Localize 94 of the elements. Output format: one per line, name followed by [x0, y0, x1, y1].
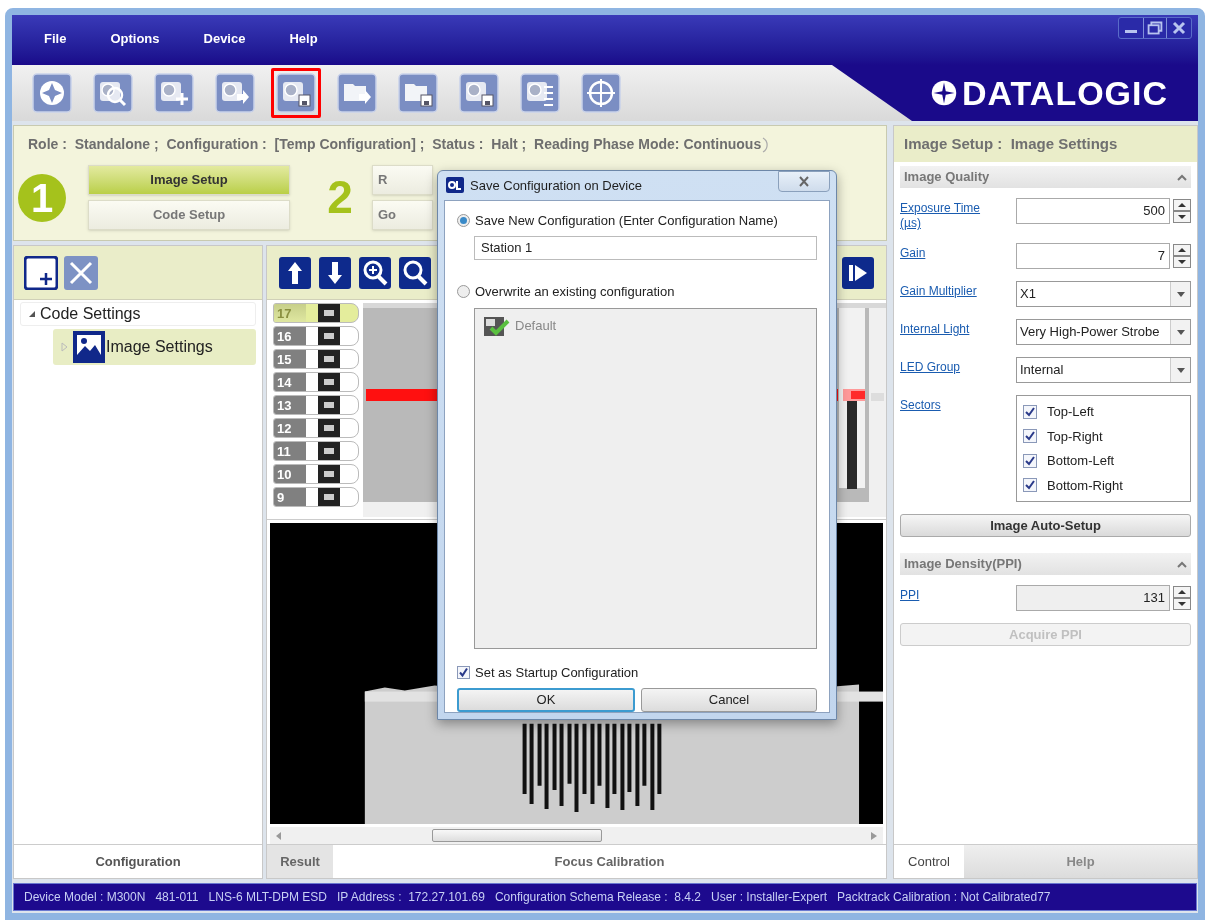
close-icon[interactable] [798, 175, 810, 187]
dialog-button[interactable]: Cancel [641, 688, 817, 712]
tree-item[interactable]: Code Settings [20, 302, 256, 326]
panel-title: Focus Calibration [553, 852, 666, 871]
spinner-icon[interactable] [1173, 586, 1191, 610]
zoom-in-icon[interactable] [359, 256, 391, 289]
field-label[interactable]: Gain Multiplier [900, 281, 1000, 299]
field-label[interactable]: Exposure Time (µs) [900, 198, 1000, 231]
step-button[interactable]: Go [372, 200, 433, 230]
thumbnail-icon [318, 396, 340, 414]
panel-header: Image Setup : Image Settings [894, 126, 1197, 162]
checkbox-label[interactable]: Top-Right [1047, 426, 1103, 446]
image-strip-item[interactable]: 14 [273, 372, 359, 392]
image-strip-item[interactable]: 11 [273, 441, 359, 461]
image-icon [72, 330, 106, 364]
expanded-triangle-icon[interactable] [27, 309, 37, 319]
number-field[interactable]: 500 [1016, 198, 1170, 224]
name-field[interactable]: Station 1 [474, 236, 817, 260]
action-button[interactable]: Image Auto-Setup [900, 514, 1191, 537]
section-header[interactable]: Image Density(PPI) [900, 553, 1191, 575]
field-label[interactable]: Gain [900, 243, 1000, 261]
status-text: Role : Standalone ; Configuration : [Temp Configuration] ; Status : Halt ; Reading Phase Mode: Continuous [28, 135, 762, 154]
tree-item[interactable]: Image Settings [53, 329, 256, 365]
field-label[interactable]: Internal Light [900, 319, 1000, 337]
checkbox-label[interactable]: Top-Left [1047, 402, 1094, 422]
number-field[interactable]: 7 [1016, 243, 1170, 269]
dropdown[interactable]: Very High-Power Strobe [1016, 319, 1191, 345]
zoom-actual-icon[interactable] [399, 256, 431, 289]
radio-button[interactable] [457, 213, 470, 227]
dropdown[interactable]: Internal [1016, 357, 1191, 383]
checkbox-label[interactable]: Set as Startup Configuration [475, 662, 639, 682]
dialog-button[interactable]: OK [457, 688, 635, 712]
caret-icon[interactable] [1176, 367, 1185, 373]
menu-item[interactable]: Help [277, 27, 330, 51]
thumbnail-icon [318, 442, 340, 460]
step-number: 1 [18, 173, 66, 222]
spinner-icon[interactable] [1173, 199, 1191, 223]
thumbnail-icon [318, 350, 340, 368]
close-button[interactable] [778, 170, 830, 192]
add-icon[interactable] [24, 255, 58, 290]
step-forward-icon[interactable] [842, 256, 874, 289]
step-number: 2 [326, 170, 354, 225]
checkbox[interactable] [1023, 404, 1037, 419]
menu-item[interactable]: File [32, 27, 79, 51]
caret-icon[interactable] [1176, 329, 1185, 335]
image-strip-item[interactable]: 15 [273, 349, 359, 369]
thumbnail-icon [318, 419, 340, 437]
image-strip-item[interactable]: 16 [273, 326, 359, 346]
maximize-icon[interactable] [1143, 18, 1167, 38]
radio-label[interactable]: Save New Configuration (Enter Configuration Name) [475, 210, 778, 230]
checkbox[interactable] [457, 665, 470, 679]
checkbox[interactable] [1023, 429, 1037, 444]
logo-text: DATALOGIC [962, 76, 1169, 110]
radio-button[interactable] [457, 285, 470, 299]
step-button[interactable]: Code Setup [88, 200, 290, 230]
checkbox[interactable] [1023, 453, 1037, 468]
checkbox-label[interactable]: Bottom-Left [1047, 451, 1115, 471]
chevron-up-icon[interactable] [1177, 173, 1187, 181]
step-button[interactable]: R [372, 165, 433, 195]
thumbnail-icon [318, 304, 340, 322]
section-header[interactable]: Image Quality [900, 166, 1191, 188]
arrow-up-icon[interactable] [279, 256, 311, 289]
image-strip-item[interactable]: 9 [273, 487, 359, 507]
thumbnail-icon [318, 488, 340, 506]
image-strip-item[interactable]: 12 [273, 418, 359, 438]
logo-icon [930, 79, 958, 107]
image-strip-item[interactable]: 13 [273, 395, 359, 415]
delete-icon[interactable] [64, 255, 98, 290]
radio-label[interactable]: Overwrite an existing configuration [475, 282, 675, 302]
menu-item[interactable]: Device [191, 27, 258, 51]
check-config-icon [483, 314, 510, 337]
image-strip-item[interactable]: 10 [273, 464, 359, 484]
panel-tab[interactable]: Result [267, 845, 333, 878]
scroll-left-icon[interactable] [276, 831, 282, 840]
thumbnail-icon [318, 373, 340, 391]
panel-tab[interactable]: Configuration [14, 844, 262, 878]
checkbox-label[interactable]: Bottom-Right [1047, 475, 1123, 495]
dialog-title: Save Configuration on Device [470, 176, 643, 195]
checkbox[interactable] [1023, 478, 1037, 493]
dropdown[interactable]: X1 [1016, 281, 1191, 307]
thumbnail-icon [318, 465, 340, 483]
arrow-down-icon[interactable] [319, 256, 351, 289]
scroll-right-icon[interactable] [871, 831, 877, 840]
spinner-icon[interactable] [1173, 244, 1191, 268]
field-label[interactable]: Sectors [900, 395, 1000, 413]
app-logo-icon [446, 177, 464, 194]
chevron-up-icon[interactable] [1177, 560, 1187, 568]
menu-item[interactable]: Options [98, 27, 172, 51]
status-bar: Device Model : M300N 481-011 LNS-6 MLT-DPM ESD IP Address : 172.27.101.69 Configuration Schema Release : 8.4.2 User : Installer-Expert Packtrack Calibration : Not Calibrated77 [13, 883, 1197, 911]
thumbnail-icon [318, 327, 340, 345]
step-button[interactable]: Image Setup [88, 165, 290, 195]
caret-icon[interactable] [1176, 291, 1185, 297]
scrollbar[interactable] [270, 827, 883, 844]
field-label[interactable]: LED Group [900, 357, 1000, 375]
